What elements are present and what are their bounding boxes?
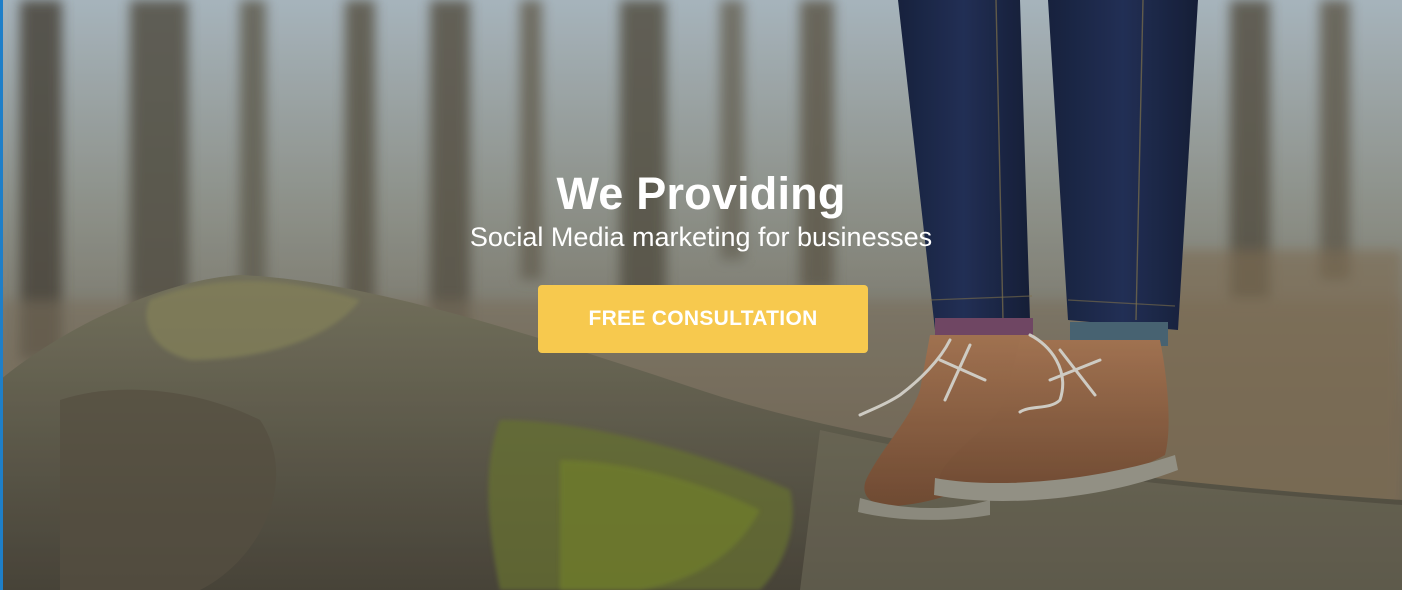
hero-subtitle: Social Media marketing for businesses (469, 222, 933, 252)
free-consultation-button[interactable]: FREE CONSULTATION (538, 285, 868, 353)
hero-title: We Providing (556, 168, 846, 219)
hero-banner: We Providing Social Media marketing for … (0, 0, 1402, 590)
left-accent-border (0, 0, 3, 590)
